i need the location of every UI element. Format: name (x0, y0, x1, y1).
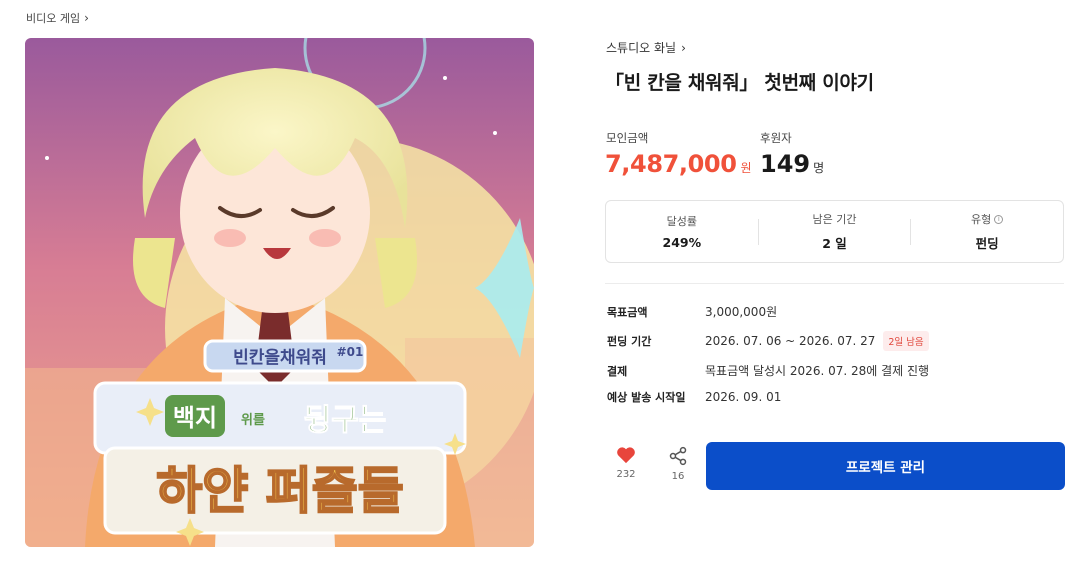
chevron-right-icon: › (84, 11, 89, 25)
hero-main-title: 하얀 퍼즐들 (156, 462, 403, 520)
amount-unit: 원 (740, 161, 752, 175)
type-cell: 유형 i 펀딩 (911, 211, 1063, 252)
payment-label: 결제 (607, 364, 628, 378)
days-left-badge: 2일 남음 (883, 331, 929, 351)
backers-value: 149 (760, 150, 811, 178)
project-title: 「빈 칸을 채워줘」 첫번째 이야기 (605, 72, 874, 94)
creator-name: 스튜디오 화닐 (606, 41, 677, 55)
hero-episode: #01 (337, 345, 364, 359)
amount-label: 모인금액 (606, 131, 649, 145)
breadcrumb[interactable]: 비디오 게임 › (26, 10, 89, 26)
payment-row: 결제 목표금액 달성시 2026. 07. 28에 결제 진행 (607, 362, 929, 379)
period-value: 2026. 07. 06 ~ 2026. 07. 27 (705, 334, 876, 348)
type-value: 펀딩 (975, 236, 999, 251)
amount-raised: 7,487,000 원 (605, 150, 752, 178)
creator-link[interactable]: 스튜디오 화닐 › (606, 39, 686, 56)
breadcrumb-category: 비디오 게임 (26, 12, 81, 25)
type-label: 유형 (971, 213, 992, 226)
hero-subtitle-1: 백지 (173, 404, 217, 432)
remaining-value: 2 일 (822, 236, 847, 251)
payment-value: 목표금액 달성시 2026. 07. 28에 결제 진행 (705, 364, 930, 378)
goal-label: 목표금액 (607, 305, 648, 319)
section-divider (605, 283, 1064, 284)
amount-value: 7,487,000 (605, 150, 737, 178)
like-count: 232 (616, 469, 636, 480)
heart-icon (617, 447, 635, 464)
achievement-value: 249% (662, 235, 702, 250)
delivery-label: 예상 발송 시작일 (607, 391, 686, 404)
delivery-row: 예상 발송 시작일 2026. 09. 01 (607, 389, 781, 405)
period-label: 펀딩 기간 (607, 335, 652, 348)
share-button[interactable]: 16 (668, 446, 688, 482)
remaining-label: 남은 기간 (812, 213, 857, 226)
info-icon[interactable]: i (994, 214, 1004, 224)
hero-subtitle-particle: 위를 (241, 413, 265, 428)
period-row: 펀딩 기간 2026. 07. 06 ~ 2026. 07. 27 2일 남음 (607, 331, 929, 351)
share-count: 16 (671, 471, 685, 482)
manage-project-button[interactable]: 프로젝트 관리 (706, 442, 1065, 490)
funding-summary: 달성률 249% 남은 기간 2 일 유형 i 펀딩 (605, 200, 1064, 263)
remaining-cell: 남은 기간 2 일 (759, 211, 911, 252)
share-icon (669, 446, 687, 466)
hero-series-title: 빈칸을채워줘 (233, 348, 327, 368)
backers-unit: 명 (813, 161, 825, 175)
chevron-right-icon: › (681, 40, 686, 55)
goal-value: 3,000,000원 (705, 305, 778, 319)
backers-label: 후원자 (760, 131, 792, 145)
like-button[interactable]: 232 (616, 446, 636, 480)
achievement-label: 달성률 (666, 215, 698, 228)
backer-count: 149 명 (760, 150, 824, 178)
delivery-value: 2026. 09. 01 (705, 390, 782, 404)
achievement-cell: 달성률 249% (606, 213, 758, 250)
hero-subtitle-2: 뒹구는 (304, 403, 387, 438)
goal-row: 목표금액 3,000,000원 (607, 303, 777, 320)
project-hero-image: 빈칸을채워줘 #01 백지 위를 뒹구는 하얀 퍼즐들 (25, 38, 534, 547)
